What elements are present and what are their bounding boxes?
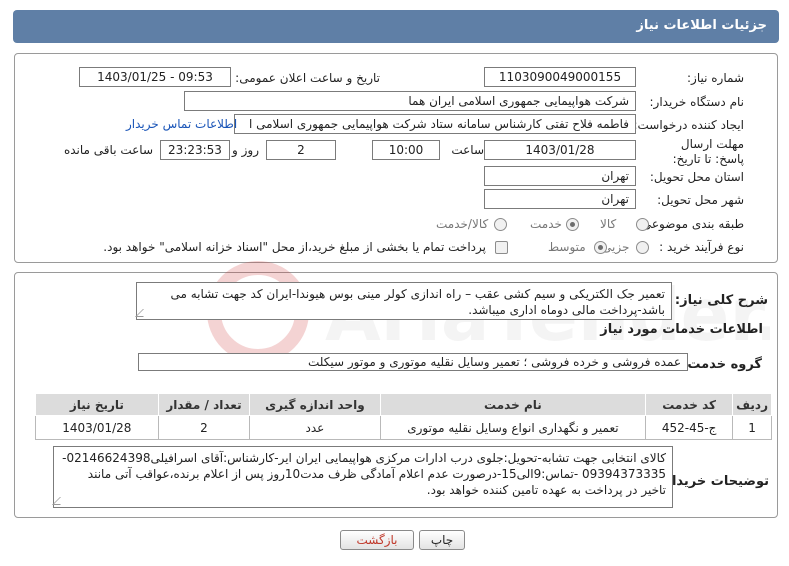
remaining-label: ساعت باقی مانده [63,143,153,157]
buyer-notes-label: توضیحات خریدار: [659,474,769,489]
quantity-cell: 2 [157,415,251,440]
row-number-cell: 1 [732,415,772,440]
creator-label: ایجاد کننده درخواست: [633,118,744,132]
deadline-time-label: ساعت [451,143,484,157]
deadline-date-field[interactable]: 1403/01/28 [484,140,636,160]
unit-cell: عدد [249,415,381,440]
buyer-notes-text: کالای انتخابی جهت تشابه-تحویل:جلوی درب ا… [62,451,666,497]
category-goods-service-label: کالا/خدمت [436,217,489,231]
buyer-contact-link[interactable]: اطلاعات تماس خریدار [126,117,237,131]
page-header: جزئیات اطلاعات نیاز [13,10,779,43]
days-remaining-field[interactable]: 2 [266,140,336,160]
province-label: استان محل تحویل: [649,170,744,184]
services-table: ردیف کد خدمت نام خدمت واحد اندازه گیری ت… [35,393,772,440]
category-goods-service-radio[interactable] [494,218,507,231]
back-button[interactable]: بازگشت [340,530,414,550]
page-title: جزئیات اطلاعات نیاز [636,18,767,33]
service-name-cell: تعمیر و نگهداری انواع وسایل نقلیه موتوری [379,415,647,440]
col-need-date: تاریخ نیاز [35,393,159,416]
print-button[interactable]: چاپ [419,530,465,550]
resize-handle[interactable] [52,497,68,505]
announce-date-field[interactable]: 1403/01/25 - 09:53 [79,67,231,87]
col-unit: واحد اندازه گیری [249,393,381,416]
days-label: روز و [232,143,259,157]
col-quantity: تعداد / مقدار [157,393,251,416]
buyer-org-field[interactable]: شرکت هواپیمایی جمهوری اسلامی ایران هما [184,91,636,111]
summary-textarea[interactable]: تعمیر جک الکتریکی و سیم کشی عقب – راه ان… [135,282,672,320]
table-row: 1 ج-45-452 تعمیر و نگهداری انواع وسایل ن… [35,415,772,440]
resize-handle[interactable] [135,309,151,317]
category-service-label: خدمت [530,217,562,231]
service-group-label: گروه خدمت: [682,357,762,372]
city-field[interactable]: تهران [484,189,636,209]
city-label: شهر محل تحویل: [657,193,744,207]
need-date-cell: 1403/01/28 [35,415,159,440]
category-goods-label: کالا [600,217,617,231]
category-label: طبقه بندی موضوعی: [637,217,744,231]
buyer-org-label: نام دستگاه خریدار: [649,95,745,109]
summary-text: تعمیر جک الکتریکی و سیم کشی عقب – راه ان… [170,287,665,317]
col-service-name: نام خدمت [379,393,647,416]
category-goods-radio[interactable] [636,218,649,231]
col-service-code: کد خدمت [645,393,734,416]
buyer-notes-textarea[interactable]: کالای انتخابی جهت تشابه-تحویل:جلوی درب ا… [52,446,673,508]
remaining-time-field[interactable]: 23:23:53 [160,140,230,160]
services-table-header: ردیف کد خدمت نام خدمت واحد اندازه گیری ت… [35,393,772,416]
deadline-time-field[interactable]: 10:00 [372,140,440,160]
need-number-field[interactable]: 1103090049000155 [484,67,636,87]
deadline-label: مهلت ارسال پاسخ: تا تاریخ: [672,137,744,166]
province-field[interactable]: تهران [484,166,636,186]
creator-field[interactable]: فاطمه فلاح تفتی کارشناس سامانه ستاد شرکت… [234,114,636,134]
summary-label: شرح کلی نیاز: [674,293,768,308]
service-group-field[interactable]: عمده فروشی و خرده فروشی ؛ تعمیر وسایل نق… [138,353,688,371]
service-code-cell: ج-45-452 [645,415,734,440]
col-row-number: ردیف [732,393,772,416]
services-section-title: اطلاعات خدمات مورد نیاز [600,322,763,337]
need-number-label: شماره نیاز: [687,71,744,85]
announce-date-label: تاریخ و ساعت اعلان عمومی: [235,71,380,85]
category-service-radio[interactable] [566,218,579,231]
